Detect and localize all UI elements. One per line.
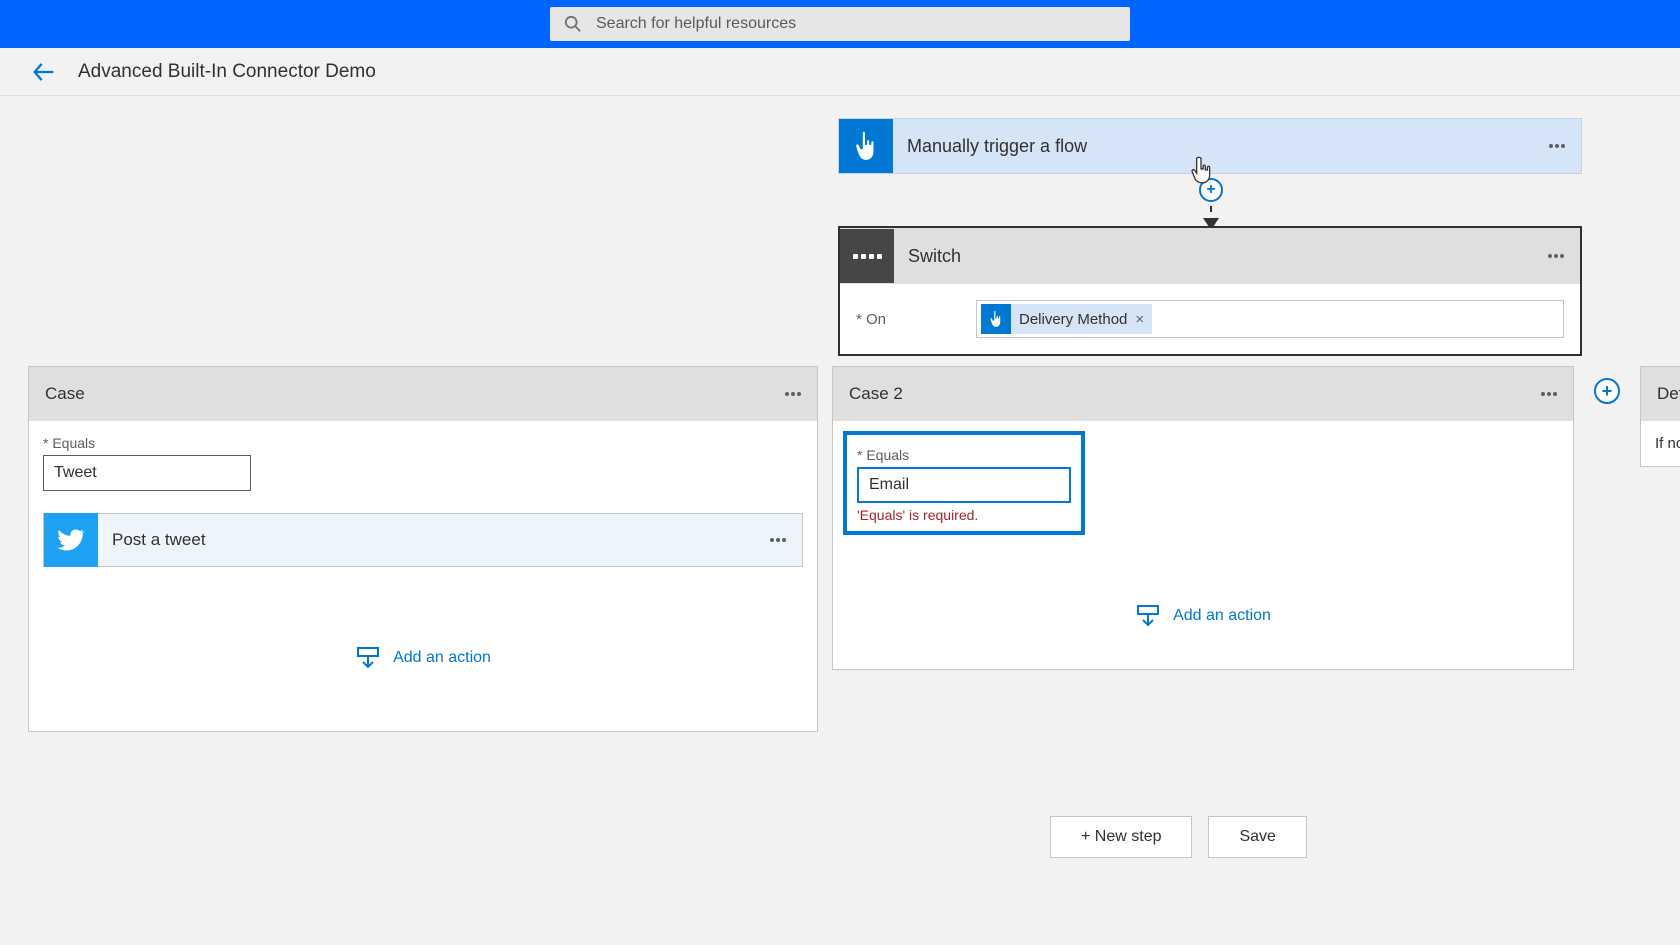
token-label: Delivery Method — [1019, 311, 1127, 328]
case2-menu-button[interactable] — [1541, 392, 1557, 396]
switch-body: On Delivery Method × — [840, 284, 1580, 354]
default-title: Default — [1657, 384, 1680, 404]
post-tweet-menu-button[interactable] — [770, 538, 786, 542]
switch-menu-button[interactable] — [1548, 254, 1564, 258]
footer-buttons: + New step Save — [1050, 816, 1307, 858]
case2-equals-label: Equals — [857, 447, 1071, 463]
case1-body: Equals Post a tweet Add an action — [29, 421, 817, 693]
default-body-text: If no — [1641, 421, 1680, 466]
case2-title: Case 2 — [849, 384, 1541, 404]
case-card-2[interactable]: Case 2 Equals 'Equals' is required. Add … — [832, 366, 1574, 670]
switch-header: Switch — [840, 228, 1580, 284]
case1-equals-label: Equals — [43, 435, 803, 451]
page-title: Advanced Built-In Connector Demo — [78, 61, 376, 83]
breadcrumb-bar: Advanced Built-In Connector Demo — [0, 48, 1680, 96]
case2-add-action-label: Add an action — [1173, 607, 1271, 625]
case2-equals-highlight: Equals 'Equals' is required. — [843, 431, 1085, 535]
case-card-1[interactable]: Case Equals Post a tweet Add an action — [28, 366, 818, 732]
case1-menu-button[interactable] — [785, 392, 801, 396]
trigger-title: Manually trigger a flow — [893, 136, 1549, 157]
add-case-button[interactable]: + — [1594, 378, 1620, 404]
search-input[interactable] — [596, 15, 1116, 33]
new-step-button[interactable]: + New step — [1050, 816, 1192, 858]
case2-error-text: 'Equals' is required. — [857, 507, 1071, 523]
trigger-menu-button[interactable] — [1549, 144, 1565, 148]
case1-equals-input[interactable] — [43, 455, 251, 491]
switch-card[interactable]: Switch On Delivery Method × — [838, 226, 1582, 356]
switch-icon — [840, 229, 894, 283]
manual-trigger-token-icon — [981, 304, 1011, 334]
case1-title: Case — [45, 384, 785, 404]
switch-on-input[interactable]: Delivery Method × — [976, 300, 1564, 338]
case2-body: Equals 'Equals' is required. Add an acti… — [833, 421, 1573, 651]
case1-header: Case — [29, 367, 817, 421]
connector: + — [1199, 178, 1223, 230]
manual-trigger-icon — [839, 119, 893, 173]
mouse-cursor-icon — [1190, 156, 1212, 184]
search-box[interactable] — [550, 7, 1130, 41]
case2-header: Case 2 — [833, 367, 1573, 421]
connector-arrow-stem — [1210, 206, 1212, 212]
save-button[interactable]: Save — [1208, 816, 1306, 858]
add-action-icon — [1135, 605, 1161, 627]
token-remove-button[interactable]: × — [1135, 311, 1144, 328]
top-bar — [0, 0, 1680, 48]
add-action-icon — [355, 647, 381, 669]
default-case-card[interactable]: Default If no — [1640, 366, 1680, 467]
flow-canvas: Manually trigger a flow + Switch On — [0, 96, 1680, 945]
case2-add-action-button[interactable]: Add an action — [847, 605, 1559, 627]
switch-title: Switch — [894, 246, 1548, 267]
back-arrow-icon[interactable] — [30, 58, 58, 86]
post-tweet-title: Post a tweet — [98, 530, 770, 550]
case1-add-action-label: Add an action — [393, 649, 491, 667]
default-header: Default — [1641, 367, 1680, 421]
switch-on-label: On — [856, 311, 966, 328]
delivery-method-token[interactable]: Delivery Method × — [981, 304, 1152, 334]
post-tweet-action[interactable]: Post a tweet — [43, 513, 803, 567]
case2-equals-input[interactable] — [857, 467, 1071, 503]
search-icon — [564, 15, 582, 33]
twitter-icon — [44, 513, 98, 567]
case1-add-action-button[interactable]: Add an action — [43, 647, 803, 669]
